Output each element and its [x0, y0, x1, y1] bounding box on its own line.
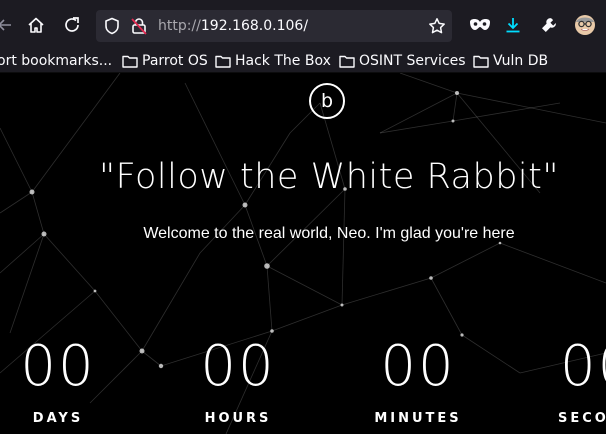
- url-protocol: http://: [158, 18, 201, 34]
- countdown-hours-label: HOURS: [204, 411, 272, 426]
- url-bar[interactable]: http://192.168.0.106/: [96, 10, 452, 42]
- home-icon[interactable]: [23, 12, 49, 38]
- page-title: "Follow the White Rabbit": [99, 157, 559, 197]
- folder-icon: [122, 55, 138, 68]
- bookmark-hack-the-box[interactable]: Hack The Box: [215, 51, 331, 71]
- countdown-hours-value: 00: [200, 334, 276, 399]
- bookmark-label: Hack The Box: [235, 53, 331, 69]
- wrench-icon[interactable]: [536, 12, 562, 38]
- logo-letter: b: [320, 90, 334, 112]
- countdown-minutes-label: MINUTES: [374, 411, 462, 426]
- mask-icon[interactable]: [467, 12, 493, 38]
- countdown-seconds-label: SECO: [558, 411, 606, 426]
- bookmark-label: Vuln DB: [493, 53, 549, 69]
- countdown-days-label: DAYS: [32, 411, 84, 426]
- folder-icon: [215, 55, 231, 68]
- browser-toolbar: http://192.168.0.106/: [0, 0, 606, 50]
- url-host: 192.168.0.106/: [200, 18, 309, 34]
- countdown-seconds-value: 00: [560, 335, 606, 399]
- bookmark-osint-services[interactable]: OSINT Services: [339, 51, 466, 71]
- bookmark-label: Parrot OS: [142, 53, 208, 69]
- bookmark-vuln-db[interactable]: Vuln DB: [473, 51, 548, 71]
- profile-icon[interactable]: [572, 12, 598, 38]
- star-icon[interactable]: [428, 17, 446, 39]
- page-content: b "Follow the White Rabbit" Welcome to t…: [0, 73, 606, 434]
- bookmarks-toolbar: ort bookmarks... Parrot OS Hack The Box …: [0, 50, 606, 73]
- folder-icon: [473, 55, 489, 68]
- back-arrow-icon[interactable]: [0, 12, 18, 38]
- lock-icon[interactable]: [130, 17, 148, 39]
- bookmark-import[interactable]: ort bookmarks...: [0, 51, 112, 71]
- countdown-minutes-value: 00: [380, 334, 456, 399]
- url-text[interactable]: http://192.168.0.106/: [158, 16, 308, 36]
- folder-icon: [339, 55, 355, 68]
- countdown-days-value: 00: [20, 334, 96, 399]
- bookmark-label: OSINT Services: [359, 53, 466, 69]
- site-logo[interactable]: b: [309, 83, 345, 119]
- bookmark-label: ort bookmarks...: [0, 53, 113, 69]
- bookmark-parrot-os[interactable]: Parrot OS: [122, 51, 208, 71]
- download-icon[interactable]: [500, 12, 526, 38]
- welcome-message: Welcome to the real world, Neo. I'm glad…: [143, 225, 515, 242]
- reload-icon[interactable]: [59, 12, 85, 38]
- shield-icon[interactable]: [104, 17, 120, 39]
